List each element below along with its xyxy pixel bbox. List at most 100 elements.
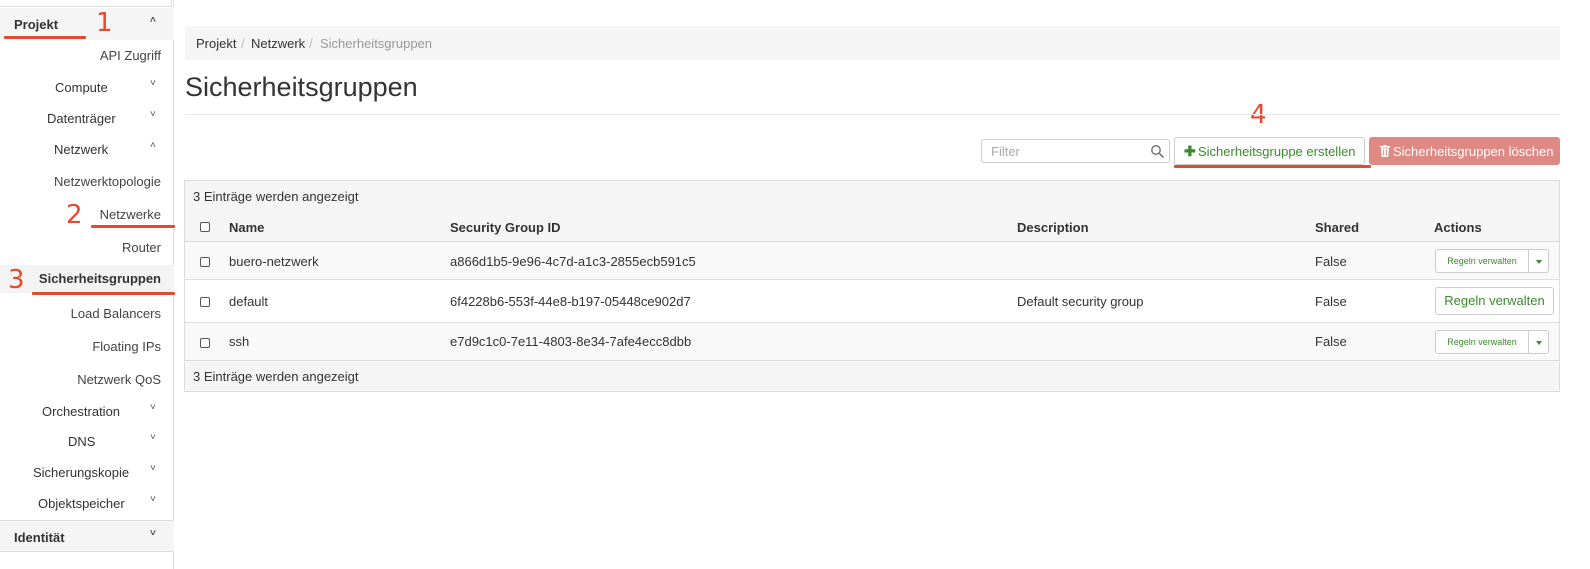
sidebar-section-label: Identität [14,530,65,545]
search-icon[interactable] [1150,144,1164,158]
sidebar-item-label: Sicherungskopie [33,465,130,480]
sidebar-item-compute[interactable]: Compute ˅ [0,74,174,102]
cell-description: Default security group [1017,294,1144,309]
sidebar-item-label: Router [121,240,161,255]
caret-down-icon [1536,260,1542,264]
annotation-underline-4 [1174,165,1371,168]
sidebar-item-netzwerk[interactable]: Netzwerk ˄ [0,136,174,164]
table-count-text: 3 Einträge werden angezeigt [193,369,359,384]
row-checkbox[interactable] [200,257,210,267]
security-groups-table: 3 Einträge werden angezeigt Name Securit… [184,180,1560,392]
chevron-down-icon: ˅ [150,463,156,474]
trash-icon [1380,145,1390,157]
sidebar-item-sicherungskopie[interactable]: Sicherungskopie ˅ [0,459,174,487]
chevron-down-icon: ˅ [150,528,156,539]
table-count-caption: 3 Einträge werden angezeigt [185,361,1559,391]
cell-security-group-id: e7d9c1c0-7e11-4803-8e34-7afe4ecc8dbb [450,334,692,349]
cell-security-group-id: a866d1b5-9e96-4c7d-a1c3-2855ecb591c5 [450,254,696,269]
breadcrumb-separator: / [309,36,313,51]
breadcrumb-item-projekt[interactable]: Projekt [196,36,236,51]
select-all-checkbox[interactable] [200,222,210,232]
sidebar-item-label: Sicherheitsgruppen [38,271,161,286]
sidebar-item-floating-ips[interactable]: Floating IPs [0,333,174,361]
annotation-underline-3 [32,292,175,295]
annotation-number-3: 3 [8,265,25,295]
chevron-up-icon: ˄ [150,140,156,151]
chevron-down-icon: ˅ [150,494,156,505]
column-header-actions: Actions [1434,220,1482,235]
column-header-description[interactable]: Description [1017,220,1089,235]
annotation-underline-2 [91,225,175,228]
create-security-group-label: Sicherheitsgruppe erstellen [1198,144,1356,159]
chevron-down-icon: ˅ [150,432,156,443]
table-count-caption: 3 Einträge werden angezeigt [185,181,1559,211]
row-actions-dropdown[interactable] [1528,330,1549,354]
manage-rules-button[interactable]: Regeln verwalten [1435,287,1554,315]
sidebar-item-label: Orchestration [42,404,121,419]
breadcrumb: Projekt / Netzwerk / Sicherheitsgruppen [185,26,1560,60]
row-checkbox[interactable] [200,338,210,348]
page-title: Sicherheitsgruppen [185,72,418,102]
filter-field [981,139,1170,163]
cell-name[interactable]: buero-netzwerk [229,254,319,269]
manage-rules-button[interactable]: Regeln verwalten [1435,330,1529,354]
sidebar-section-identitaet[interactable]: Identität ˅ [0,520,174,552]
sidebar-item-label: Compute [55,80,108,95]
manage-rules-split-button: Regeln verwalten [1435,330,1555,354]
table-header-row: Name Security Group ID Description Share… [185,211,1559,242]
breadcrumb-separator: / [241,36,245,51]
breadcrumb-item-current: Sicherheitsgruppen [320,36,433,51]
column-header-shared[interactable]: Shared [1315,220,1359,235]
annotation-number-2: 2 [66,200,83,230]
sidebar: Projekt ˄ API Zugriff Compute ˅ Datenträ… [0,0,174,569]
cell-name[interactable]: ssh [229,334,249,349]
sidebar-item-label: API Zugriff [99,48,161,63]
sidebar-item-label: Floating IPs [92,339,161,354]
delete-security-groups-button[interactable]: Sicherheitsgruppen löschen [1369,137,1560,165]
table-count-text: 3 Einträge werden angezeigt [193,189,359,204]
sidebar-item-objektspeicher[interactable]: Objektspeicher ˅ [0,490,174,518]
manage-rules-button[interactable]: Regeln verwalten [1435,249,1529,273]
annotation-underline-1 [4,36,86,39]
row-checkbox[interactable] [200,297,210,307]
sidebar-item-label: Load Balancers [70,306,161,321]
sidebar-item-label: Netzwerktopologie [54,174,161,189]
chevron-down-icon: ˅ [150,402,156,413]
sidebar-item-router[interactable]: Router [0,234,174,262]
sidebar-item-netzwerk-qos[interactable]: Netzwerk QoS [0,366,174,394]
annotation-number-1: 1 [96,8,113,38]
cell-shared: False [1315,254,1347,269]
filter-input[interactable] [982,140,1142,162]
caret-down-icon [1536,341,1542,345]
sidebar-item-label: Netzwerk QoS [77,372,161,387]
chevron-down-icon: ˅ [150,78,156,89]
row-actions-dropdown[interactable] [1528,249,1549,273]
sidebar-item-load-balancers[interactable]: Load Balancers [0,300,174,328]
sidebar-item-label: Netzwerke [99,207,161,222]
sidebar-item-netzwerktopologie[interactable]: Netzwerktopologie [0,168,174,196]
table-row: default 6f4228b6-553f-44e8-b197-05448ce9… [185,280,1559,323]
cell-shared: False [1315,294,1347,309]
manage-rules-split-button: Regeln verwalten [1435,249,1555,273]
plus-icon: ✚ [1184,143,1196,159]
create-security-group-button[interactable]: ✚ Sicherheitsgruppe erstellen [1174,137,1365,165]
sidebar-item-datentraeger[interactable]: Datenträger ˅ [0,105,174,133]
sidebar-item-api-zugriff[interactable]: API Zugriff [0,42,174,70]
cell-shared: False [1315,334,1347,349]
sidebar-item-label: Netzwerk [54,142,109,157]
title-divider [185,114,1560,115]
sidebar-top-divider [0,0,172,7]
sidebar-item-dns[interactable]: DNS ˅ [0,428,174,456]
breadcrumb-item-netzwerk[interactable]: Netzwerk [251,36,305,51]
sidebar-item-label: Datenträger [47,111,116,126]
cell-security-group-id: 6f4228b6-553f-44e8-b197-05448ce902d7 [450,294,691,309]
column-header-name[interactable]: Name [229,220,264,235]
chevron-down-icon: ˅ [150,109,156,120]
cell-name[interactable]: default [229,294,268,309]
chevron-up-icon: ˄ [150,15,156,26]
sidebar-item-label: DNS [68,434,96,449]
sidebar-item-orchestration[interactable]: Orchestration ˅ [0,398,174,426]
sidebar-item-label: Objektspeicher [38,496,125,511]
sidebar-item-sicherheitsgruppen[interactable]: Sicherheitsgruppen [0,265,174,293]
column-header-security-group-id[interactable]: Security Group ID [450,220,561,235]
